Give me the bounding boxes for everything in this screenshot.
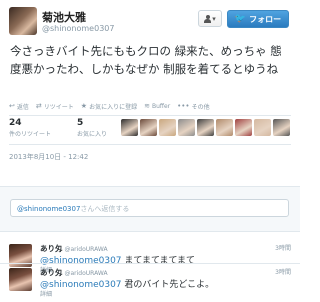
favorite-action-label: お気に入りに登録 xyxy=(89,103,138,111)
favoriter-avatar[interactable] xyxy=(216,119,233,136)
divider xyxy=(9,144,291,145)
divider xyxy=(0,263,300,264)
favoriter-avatar[interactable] xyxy=(178,119,195,136)
reply-text: @shinonome0307 君のバイト先どこよ。 xyxy=(40,277,214,290)
divider xyxy=(9,115,291,116)
tweet-timestamp[interactable]: 2013年8月10日 - 12:42 xyxy=(9,152,88,162)
favoriter-avatar[interactable] xyxy=(273,119,290,136)
display-name[interactable]: 菊池大雅 xyxy=(42,9,86,25)
more-icon: ••• xyxy=(177,102,190,110)
chevron-down-icon: ▾ xyxy=(212,14,216,23)
follow-label: フォロー xyxy=(249,14,282,24)
favoriter-avatar[interactable] xyxy=(235,119,252,136)
more-action-label: その他 xyxy=(191,103,210,111)
reply-body: 君のバイト先どこよ。 xyxy=(121,280,215,290)
tweet-text: 今さっきバイト先にももクロの 緑来た、めっちゃ 態度悪かったわ、しかもなぜか 制… xyxy=(10,44,282,76)
avatar[interactable] xyxy=(9,268,32,291)
reply-mention[interactable]: @shinonome0307 xyxy=(40,280,122,290)
reply-details-link[interactable]: 詳細 xyxy=(40,289,52,298)
retweet-count-label: 件のリツイート xyxy=(9,131,52,138)
buffer-action-label: Buffer xyxy=(151,102,171,110)
reply-handle: @aridoURAWA xyxy=(64,246,108,253)
favoriter-avatar[interactable] xyxy=(140,119,157,136)
more-action[interactable]: ••• その他 xyxy=(177,102,209,111)
reply-action-label: 返信 xyxy=(16,103,29,111)
reply-action[interactable]: ↩ 返信 xyxy=(9,102,29,111)
favoriter-avatar[interactable] xyxy=(197,119,214,136)
reply-text: @shinonome0307 まてまてまてまて xyxy=(40,253,195,266)
reply-icon: ↩ xyxy=(9,102,15,110)
retweet-stat[interactable]: 24 件のリツイート xyxy=(9,118,51,138)
reply-input-placeholder: さんへ返信する xyxy=(80,205,130,213)
reply-display-name: あり匁 xyxy=(40,268,63,277)
reply-time[interactable]: 3時間 xyxy=(275,243,291,252)
favorite-count: 5 xyxy=(77,118,84,128)
reply-input-mention: @shinonome0307 xyxy=(17,205,81,213)
favorite-stat[interactable]: 5 お気に入り xyxy=(77,118,107,138)
favoriter-avatar[interactable] xyxy=(121,119,138,136)
follow-button[interactable]: 🐦 フォロー xyxy=(227,10,289,28)
reply-time[interactable]: 3時間 xyxy=(275,267,291,276)
retweet-icon: ⇄ xyxy=(35,102,42,110)
bird-icon: 🐦 xyxy=(234,13,247,24)
reply-handle: @aridoURAWA xyxy=(64,270,108,277)
tweet-stats: 24 件のリツイート 5 お気に入り xyxy=(9,118,291,140)
tweet-header: 菊池大雅 @shinonome0307 ▾ 🐦 フォロー xyxy=(0,0,300,36)
reply-input[interactable]: @shinonome0307さんへ返信する xyxy=(10,199,289,217)
favoriter-avatars xyxy=(121,119,290,136)
favoriter-avatar[interactable] xyxy=(254,119,271,136)
reply-tweet[interactable]: あり匁 @aridoURAWA 3時間 @shinonome0307 君のバイト先… xyxy=(0,266,300,298)
star-icon: ★ xyxy=(80,102,88,110)
favoriter-avatar[interactable] xyxy=(159,119,176,136)
retweet-action[interactable]: ⇄ リツイート xyxy=(36,102,74,111)
avatar[interactable] xyxy=(9,7,37,35)
reply-mention[interactable]: @shinonome0307 xyxy=(40,256,122,266)
screen-name[interactable]: @shinonome0307 xyxy=(42,24,114,33)
favorite-count-label: お気に入り xyxy=(77,131,108,138)
person-icon xyxy=(204,14,212,23)
buffer-icon: ≋ xyxy=(144,102,150,110)
user-actions-dropdown[interactable]: ▾ xyxy=(198,10,222,27)
tweet-actions: ↩ 返信 ⇄ リツイート ★ お気に入りに登録 ≋ Buffer ••• その他 xyxy=(9,100,294,112)
buffer-action[interactable]: ≋ Buffer xyxy=(144,102,170,110)
reply-area: @shinonome0307さんへ返信する xyxy=(0,186,300,232)
retweet-count: 24 xyxy=(9,118,22,128)
retweet-action-label: リツイート xyxy=(43,103,74,111)
reply-body: まてまてまてまて xyxy=(121,256,196,266)
reply-display-name: あり匁 xyxy=(40,244,63,253)
favorite-action[interactable]: ★ お気に入りに登録 xyxy=(81,102,137,111)
